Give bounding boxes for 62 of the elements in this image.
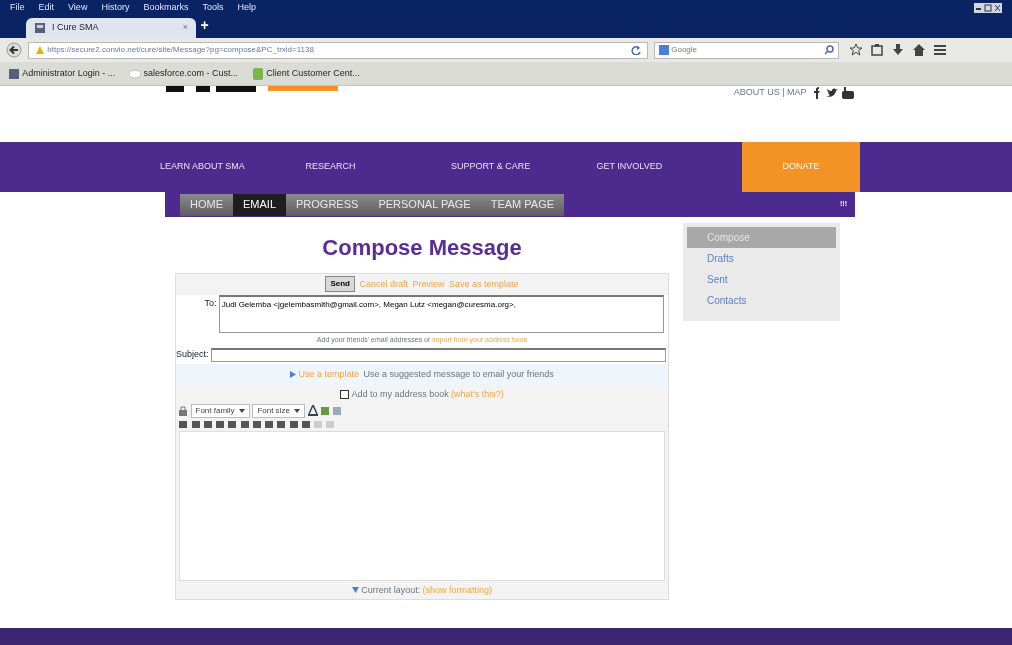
font-size-select[interactable]: Font size	[252, 403, 306, 418]
clipboard-icon[interactable]	[870, 44, 883, 56]
back-icon[interactable]	[6, 42, 22, 58]
checkbox-label: Add to my address book	[351, 388, 449, 401]
twitter-icon[interactable]	[825, 86, 838, 99]
browser-tab[interactable]: I Cure SMA ×	[26, 18, 196, 38]
menu-item[interactable]: Tools	[202, 1, 224, 15]
url-text: https://secure2.convio.net/cure/site/Message?pg=compose&PC_trxid=1138	[47, 44, 315, 56]
to-label: To:	[203, 296, 217, 310]
page-tab[interactable]: PERSONAL PAGE	[368, 193, 481, 216]
menu-item[interactable]: History	[101, 1, 130, 15]
window-controls-icon[interactable]	[974, 2, 1002, 14]
page-icon	[34, 22, 46, 34]
address-bar[interactable]: https://secure2.convio.net/cure/site/Message?pg=compose&PC_trxid=1138	[28, 41, 648, 59]
facebook-icon[interactable]	[811, 86, 821, 99]
close-button[interactable]: ×	[182, 21, 188, 35]
bookmark-icon	[252, 67, 265, 80]
bookmark-label: Client Customer Cent...	[266, 66, 360, 80]
bookmark-label: salesforce.com - Cust...	[143, 66, 239, 80]
page-title: Compose Message	[322, 234, 522, 262]
caret-icon	[239, 408, 246, 413]
expand-arrow-icon	[351, 587, 359, 594]
new-tab-button[interactable]: +	[200, 14, 209, 36]
bookmark-icon	[129, 67, 142, 80]
reload-icon[interactable]	[631, 45, 641, 55]
bookmark-icon	[8, 67, 20, 80]
page-tab[interactable]: TEAM PAGE	[480, 193, 565, 216]
to-field[interactable]: Judi Gelemba <jgelembasmith@gmail.com>, Megan Lutz <megan@curesma.org>,	[218, 294, 664, 333]
menu-icon[interactable]	[933, 44, 946, 56]
nav-link[interactable]: LEARN ABOUT SMA	[160, 160, 245, 174]
bookmark[interactable]: Administrator Login - ...	[8, 66, 116, 81]
nav-link[interactable]: RESEARCH	[305, 160, 356, 174]
bookmark[interactable]: salesforce.com - Cust...	[129, 66, 239, 81]
menu-item[interactable]: Bookmarks	[143, 1, 189, 15]
bookmark-label: Administrator Login - ...	[22, 66, 116, 80]
checkbox[interactable]	[340, 390, 350, 400]
bookmark[interactable]: Client Customer Cent...	[252, 66, 360, 81]
layout-label: Current layout:	[361, 583, 421, 597]
template-hint: Use a suggested message to email your friends	[363, 368, 554, 381]
font-family-select[interactable]: Font family	[190, 403, 251, 418]
tab-title: I Cure SMA	[52, 21, 100, 35]
home-icon[interactable]	[912, 44, 925, 56]
page-tab[interactable]: HOME	[180, 193, 233, 216]
download-icon[interactable]	[891, 44, 904, 56]
subject-label: Subject:	[176, 347, 209, 361]
page-tab[interactable]: PROGRESS	[286, 193, 369, 216]
search-icon[interactable]	[824, 45, 834, 55]
youtube-icon[interactable]	[842, 86, 854, 99]
header-link[interactable]: ABOUT US | MAP	[733, 86, 807, 100]
nav-link[interactable]: SUPPORT & CARE	[451, 160, 531, 174]
menu-item[interactable]: Edit	[38, 1, 55, 15]
send-button[interactable]: Send	[325, 276, 355, 293]
star-icon[interactable]	[849, 44, 862, 56]
nav-link[interactable]: GET INVOLVED	[596, 160, 663, 174]
menu-item[interactable]: View	[68, 1, 88, 15]
menu-item[interactable]: File	[10, 1, 25, 15]
text-color-icon[interactable]	[307, 405, 318, 417]
caret-icon	[294, 408, 301, 413]
page-tab[interactable]: EMAIL	[233, 193, 286, 216]
menu-item[interactable]: Help	[237, 1, 256, 15]
search-field[interactable]: Google	[654, 41, 839, 59]
expand-arrow-icon	[290, 371, 297, 379]
